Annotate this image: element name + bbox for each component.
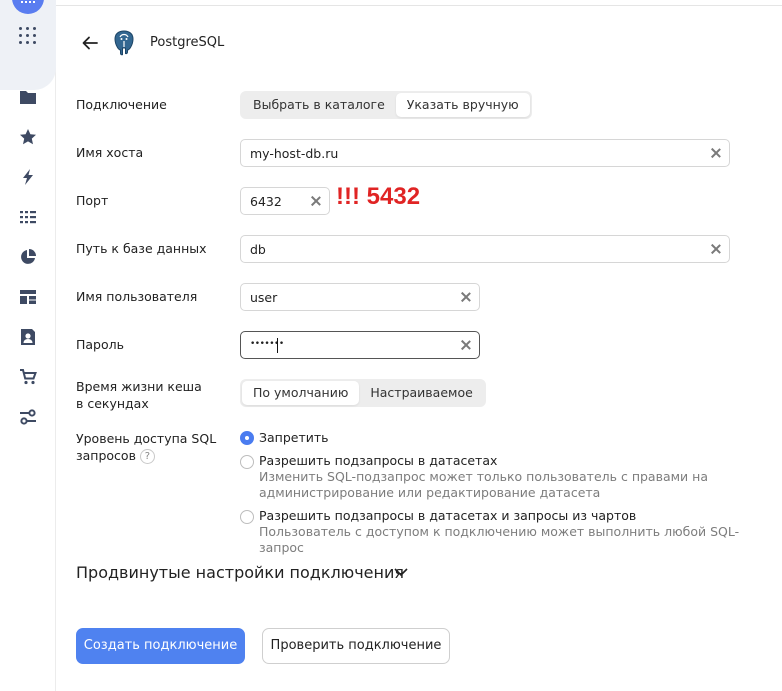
radio-allow-all[interactable] — [240, 510, 254, 524]
host-label: Имя хоста — [76, 145, 144, 160]
port-annotation: !!! 5432 — [336, 183, 421, 210]
star-icon[interactable] — [18, 127, 38, 147]
cache-ttl-option-custom[interactable]: Настраиваемое — [359, 381, 483, 405]
cache-ttl-label-line1: Время жизни кеша — [76, 379, 202, 394]
cache-ttl-option-default[interactable]: По умолчанию — [242, 381, 360, 405]
chevron-down-icon[interactable] — [393, 566, 409, 578]
clear-icon[interactable] — [460, 339, 472, 351]
radio-allow-all-hint: Пользователь с доступом к подключению мо… — [259, 524, 749, 556]
navigation-rail — [0, 0, 56, 691]
folder-icon[interactable] — [18, 87, 38, 107]
postgresql-logo-icon — [110, 28, 138, 56]
top-divider — [56, 5, 782, 6]
radio-allow-subqueries[interactable] — [240, 455, 254, 469]
apps-icon[interactable] — [18, 26, 38, 46]
db-path-input[interactable]: db — [240, 235, 730, 263]
username-value: user — [250, 290, 278, 305]
clear-icon[interactable] — [310, 195, 322, 207]
page-title: PostgreSQL — [150, 35, 225, 50]
port-input[interactable]: 6432 — [240, 187, 330, 215]
hint-line: Изменить SQL-подзапрос может только поль… — [259, 469, 708, 484]
clear-icon[interactable] — [460, 291, 472, 303]
check-connection-button[interactable]: Проверить подключение — [262, 628, 450, 664]
connection-option-manual[interactable]: Указать вручную — [395, 93, 530, 117]
cart-icon[interactable] — [18, 367, 38, 387]
password-label: Пароль — [76, 337, 124, 352]
logo-icon[interactable] — [12, 0, 44, 14]
rail-header — [0, 0, 56, 90]
connection-option-catalog[interactable]: Выбрать в каталоге — [242, 93, 396, 117]
radio-allow-subqueries-hint: Изменить SQL-подзапрос может только поль… — [259, 469, 749, 501]
create-connection-button[interactable]: Создать подключение — [76, 628, 245, 664]
text-caret — [277, 338, 279, 353]
connection-label: Подключение — [76, 97, 167, 112]
radio-allow-subqueries-label[interactable]: Разрешить подзапросы в датасетах — [259, 453, 497, 468]
username-label: Имя пользователя — [76, 289, 198, 304]
sql-access-label: Уровень доступа SQL запросов? — [76, 430, 216, 464]
sql-access-label-line2: запросов — [76, 448, 136, 463]
hint-line: администрирование или редактирование дат… — [259, 485, 601, 500]
radio-allow-all-label[interactable]: Разрешить подзапросы в датасетах и запро… — [259, 508, 636, 523]
help-icon[interactable]: ? — [139, 449, 155, 464]
lightning-icon[interactable] — [18, 167, 38, 187]
back-arrow-icon[interactable] — [80, 33, 100, 53]
dashboard-icon[interactable] — [18, 287, 38, 307]
port-value: 6432 — [250, 194, 282, 209]
list-icon[interactable] — [18, 207, 38, 227]
port-label: Порт — [76, 193, 109, 208]
connection-mode-switch: Выбрать в каталоге Указать вручную — [240, 91, 532, 119]
db-path-label: Путь к базе данных — [76, 241, 207, 256]
pie-chart-icon[interactable] — [18, 247, 38, 267]
cache-ttl-label: Время жизни кеша в секундах — [76, 378, 202, 412]
clear-icon[interactable] — [710, 147, 722, 159]
radio-forbid-label[interactable]: Запретить — [259, 430, 329, 445]
settings-sliders-icon[interactable] — [18, 407, 38, 427]
cache-ttl-label-line2: в секундах — [76, 396, 149, 411]
advanced-settings-toggle[interactable]: Продвинутые настройки подключения — [76, 563, 404, 582]
sql-access-label-line1: Уровень доступа SQL — [76, 431, 217, 446]
db-path-value: db — [250, 242, 266, 257]
password-value: ••••••• — [250, 339, 284, 349]
radio-forbid[interactable] — [240, 431, 254, 445]
host-value: my-host-db.ru — [250, 146, 339, 161]
password-input[interactable]: ••••••• — [240, 331, 480, 359]
clear-icon[interactable] — [710, 243, 722, 255]
username-input[interactable]: user — [240, 283, 480, 311]
cache-ttl-switch: По умолчанию Настраиваемое — [240, 379, 486, 407]
contact-icon[interactable] — [18, 327, 38, 347]
hint-line: Пользователь с доступом к подключению мо… — [259, 524, 740, 555]
host-input[interactable]: my-host-db.ru — [240, 139, 730, 167]
